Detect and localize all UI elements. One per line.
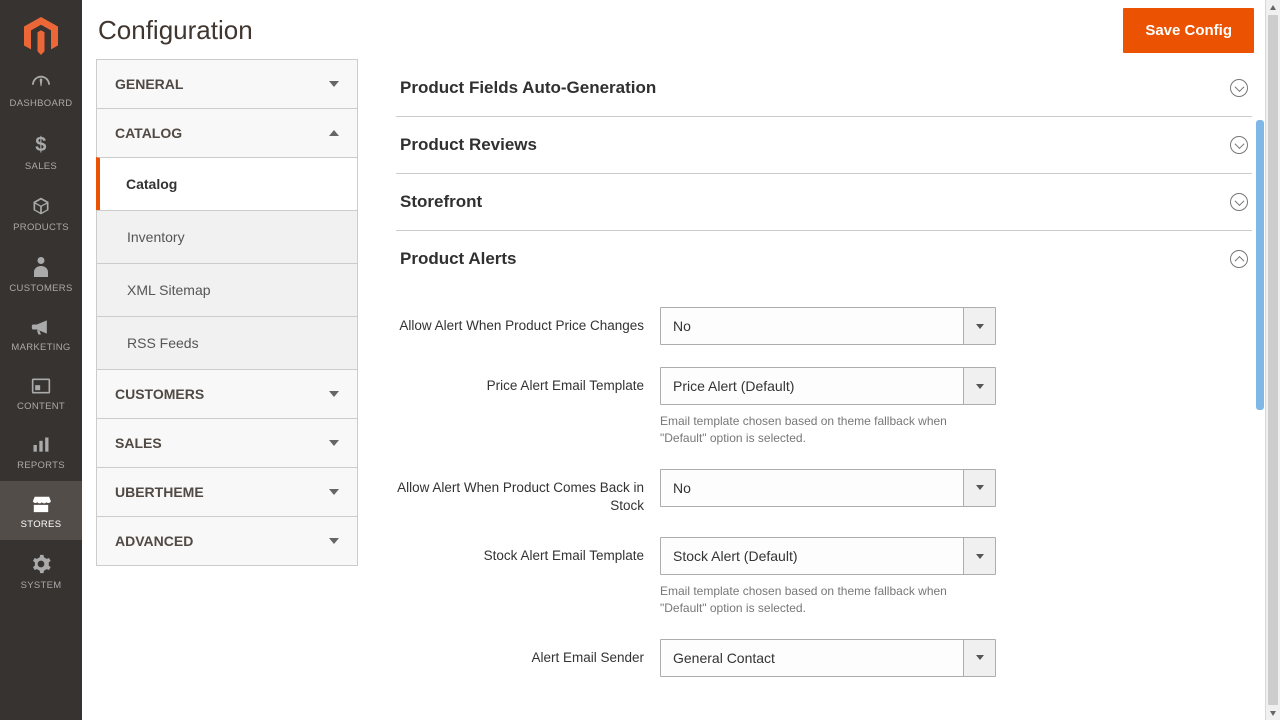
tab-item-inventory[interactable]: Inventory (96, 210, 358, 264)
field-label: Alert Email Sender (396, 639, 660, 667)
field-back-in-stock-alert: Allow Alert When Product Comes Back in S… (396, 469, 1252, 515)
nav-content[interactable]: CONTENT (0, 363, 82, 422)
magento-logo[interactable] (0, 0, 82, 60)
tab-group-ubertheme[interactable]: UBERTHEME (96, 467, 358, 517)
page-title: Configuration (98, 15, 253, 46)
field-label: Stock Alert Email Template (396, 537, 660, 565)
section-title: Product Alerts (400, 249, 517, 269)
section-product-reviews[interactable]: Product Reviews (396, 117, 1252, 174)
tab-group-label: SALES (115, 435, 162, 451)
nav-label: SYSTEM (21, 580, 62, 591)
tab-group-label: CUSTOMERS (115, 386, 204, 402)
field-note: Email template chosen based on theme fal… (660, 413, 996, 447)
field-note: Email template chosen based on theme fal… (660, 583, 996, 617)
field-price-change-alert: Allow Alert When Product Price Changes N… (396, 307, 1252, 345)
admin-nav-rail: DASHBOARD $ SALES PRODUCTS CUSTOMERS MAR… (0, 0, 82, 720)
tab-group-label: GENERAL (115, 76, 183, 92)
page-scrollbar[interactable] (1256, 60, 1264, 706)
tab-item-xml-sitemap[interactable]: XML Sitemap (96, 263, 358, 317)
scrollbar-thumb[interactable] (1268, 15, 1278, 705)
expand-icon (1230, 136, 1248, 154)
tab-item-catalog[interactable]: Catalog (96, 157, 358, 211)
page-header: Configuration Save Config (82, 0, 1270, 60)
section-title: Storefront (400, 192, 482, 212)
nav-label: PRODUCTS (13, 222, 69, 233)
field-price-alert-template: Price Alert Email Template Price Alert (… (396, 367, 1252, 447)
tab-group-customers[interactable]: CUSTOMERS (96, 369, 358, 419)
select-back-in-stock-alert[interactable]: No (660, 469, 996, 507)
select-alert-email-sender[interactable]: General Contact (660, 639, 996, 677)
nav-label: SALES (25, 161, 57, 172)
nav-marketing[interactable]: MARKETING (0, 304, 82, 363)
main-area: GENERAL CATALOG Catalog Inventory XML Si… (82, 60, 1270, 720)
nav-label: STORES (21, 519, 62, 530)
config-content: Product Fields Auto-Generation Product R… (372, 60, 1270, 720)
nav-label: CUSTOMERS (9, 283, 72, 294)
select-value: Price Alert (Default) (661, 368, 963, 404)
window-vertical-scrollbar[interactable] (1265, 0, 1280, 720)
select-value: No (661, 308, 963, 344)
nav-label: REPORTS (17, 460, 65, 471)
chevron-down-icon (329, 489, 339, 495)
tab-item-rss-feeds[interactable]: RSS Feeds (96, 316, 358, 370)
dropdown-arrow-icon (963, 368, 995, 404)
tab-group-label: CATALOG (115, 125, 182, 141)
tab-group-general[interactable]: GENERAL (96, 59, 358, 109)
chevron-down-icon (329, 81, 339, 87)
product-alerts-fields: Allow Alert When Product Price Changes N… (396, 287, 1252, 720)
field-alert-email-sender: Alert Email Sender General Contact (396, 639, 1252, 677)
expand-icon (1230, 193, 1248, 211)
scroll-down-arrow-icon[interactable] (1266, 705, 1280, 720)
section-title: Product Reviews (400, 135, 537, 155)
tab-group-advanced[interactable]: ADVANCED (96, 516, 358, 566)
nav-system[interactable]: SYSTEM (0, 540, 82, 601)
select-value: General Contact (661, 640, 963, 676)
tab-group-label: ADVANCED (115, 533, 193, 549)
chevron-down-icon (329, 391, 339, 397)
nav-reports[interactable]: REPORTS (0, 422, 82, 481)
nav-stores[interactable]: STORES (0, 481, 82, 540)
nav-label: CONTENT (17, 401, 65, 412)
config-tabs: GENERAL CATALOG Catalog Inventory XML Si… (82, 60, 372, 720)
tab-group-catalog[interactable]: CATALOG (96, 108, 358, 158)
tab-items-catalog: Catalog Inventory XML Sitemap RSS Feeds (96, 157, 358, 370)
field-label: Price Alert Email Template (396, 367, 660, 395)
section-title: Product Fields Auto-Generation (400, 78, 656, 98)
dropdown-arrow-icon (963, 640, 995, 676)
field-label: Allow Alert When Product Price Changes (396, 307, 660, 335)
nav-products[interactable]: PRODUCTS (0, 182, 82, 243)
field-label: Allow Alert When Product Comes Back in S… (396, 469, 660, 515)
tab-group-label: UBERTHEME (115, 484, 204, 500)
select-value: Stock Alert (Default) (661, 538, 963, 574)
section-storefront[interactable]: Storefront (396, 174, 1252, 231)
expand-icon (1230, 79, 1248, 97)
tab-group-sales[interactable]: SALES (96, 418, 358, 468)
chevron-down-icon (329, 440, 339, 446)
select-price-alert-template[interactable]: Price Alert (Default) (660, 367, 996, 405)
select-stock-alert-template[interactable]: Stock Alert (Default) (660, 537, 996, 575)
nav-sales[interactable]: $ SALES (0, 119, 82, 182)
dropdown-arrow-icon (963, 308, 995, 344)
collapse-icon (1230, 250, 1248, 268)
dropdown-arrow-icon (963, 470, 995, 506)
scrollbar-thumb[interactable] (1256, 120, 1264, 410)
nav-label: DASHBOARD (10, 98, 73, 109)
chevron-up-icon (329, 130, 339, 136)
nav-label: MARKETING (11, 342, 70, 353)
svg-text:$: $ (35, 134, 46, 155)
chevron-down-icon (329, 538, 339, 544)
select-price-change-alert[interactable]: No (660, 307, 996, 345)
nav-customers[interactable]: CUSTOMERS (0, 243, 82, 304)
scrollbar-track[interactable] (1266, 15, 1280, 705)
save-config-button[interactable]: Save Config (1123, 8, 1254, 53)
scroll-up-arrow-icon[interactable] (1266, 0, 1280, 15)
select-value: No (661, 470, 963, 506)
dropdown-arrow-icon (963, 538, 995, 574)
section-product-alerts[interactable]: Product Alerts (396, 231, 1252, 287)
field-stock-alert-template: Stock Alert Email Template Stock Alert (… (396, 537, 1252, 617)
nav-dashboard[interactable]: DASHBOARD (0, 60, 82, 119)
section-product-fields-autogen[interactable]: Product Fields Auto-Generation (396, 60, 1252, 117)
